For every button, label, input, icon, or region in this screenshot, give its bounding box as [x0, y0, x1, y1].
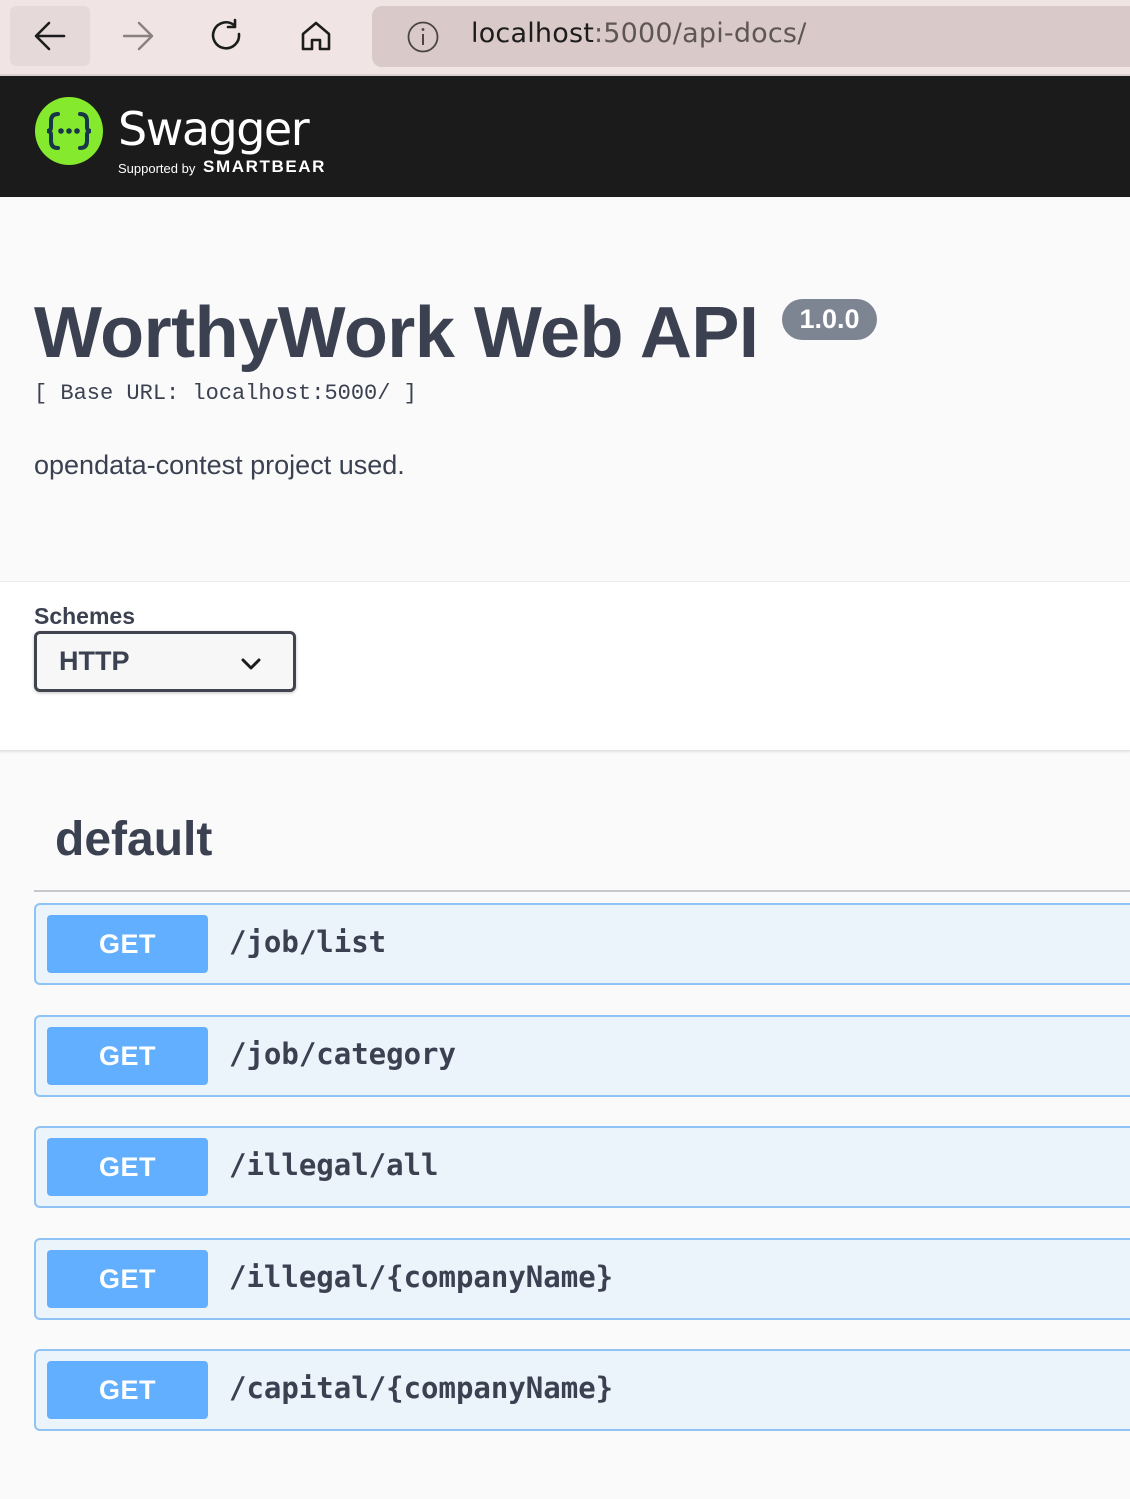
operation-path: /job/list — [229, 925, 387, 959]
api-title: WorthyWork Web API — [34, 293, 759, 373]
home-button[interactable] — [276, 6, 356, 66]
arrow-left-icon — [34, 21, 66, 51]
supported-by-text: Supported by — [118, 161, 196, 176]
schemes-selected-value: HTTP — [59, 646, 130, 676]
reload-icon — [211, 18, 241, 50]
url-path: :5000/api-docs/ — [594, 18, 807, 49]
url-text[interactable]: localhost:5000/api-docs/ — [471, 18, 807, 49]
operation-path: /job/category — [229, 1037, 456, 1071]
address-bar[interactable]: localhost:5000/api-docs/ — [372, 6, 1130, 67]
operation-path: /illegal/all — [229, 1148, 439, 1182]
trademark-mark: ™ — [282, 142, 289, 149]
operation-row[interactable]: GET /job/category — [34, 1015, 1130, 1097]
method-badge: GET — [47, 1138, 208, 1196]
forward-button[interactable] — [98, 6, 178, 66]
info-icon[interactable] — [406, 20, 440, 54]
tag-divider — [34, 890, 1130, 892]
method-badge: GET — [47, 1361, 208, 1419]
swagger-logo-text[interactable]: Swagger — [118, 102, 310, 156]
tag-title[interactable]: default — [55, 812, 212, 867]
operation-path: /capital/{companyName} — [229, 1371, 614, 1405]
reload-button[interactable] — [187, 6, 267, 66]
chevron-down-icon — [241, 658, 261, 670]
schemes-section: Schemes HTTP — [0, 581, 1130, 751]
swagger-topbar: Swagger ™ Supported by SMARTBEAR — [0, 76, 1130, 197]
arrow-right-icon — [122, 21, 154, 51]
swagger-logo-icon[interactable] — [34, 96, 104, 166]
schemes-select[interactable]: HTTP — [34, 631, 296, 692]
base-url: [ Base URL: localhost:5000/ ] — [34, 381, 417, 406]
operation-row[interactable]: GET /capital/{companyName} — [34, 1349, 1130, 1431]
version-badge: 1.0.0 — [782, 299, 877, 340]
home-icon — [301, 21, 331, 51]
browser-toolbar: localhost:5000/api-docs/ — [0, 0, 1130, 76]
api-description: opendata-contest project used. — [34, 450, 405, 480]
method-badge: GET — [47, 1027, 208, 1085]
url-host: localhost — [471, 18, 594, 49]
back-button[interactable] — [10, 6, 90, 66]
operation-row[interactable]: GET /job/list — [34, 903, 1130, 985]
operation-row[interactable]: GET /illegal/all — [34, 1126, 1130, 1208]
method-badge: GET — [47, 915, 208, 973]
schemes-label: Schemes — [34, 603, 136, 629]
smartbear-brand: SMARTBEAR — [203, 157, 327, 176]
method-badge: GET — [47, 1250, 208, 1308]
operation-path: /illegal/{companyName} — [229, 1260, 614, 1294]
operation-row[interactable]: GET /illegal/{companyName} — [34, 1238, 1130, 1320]
